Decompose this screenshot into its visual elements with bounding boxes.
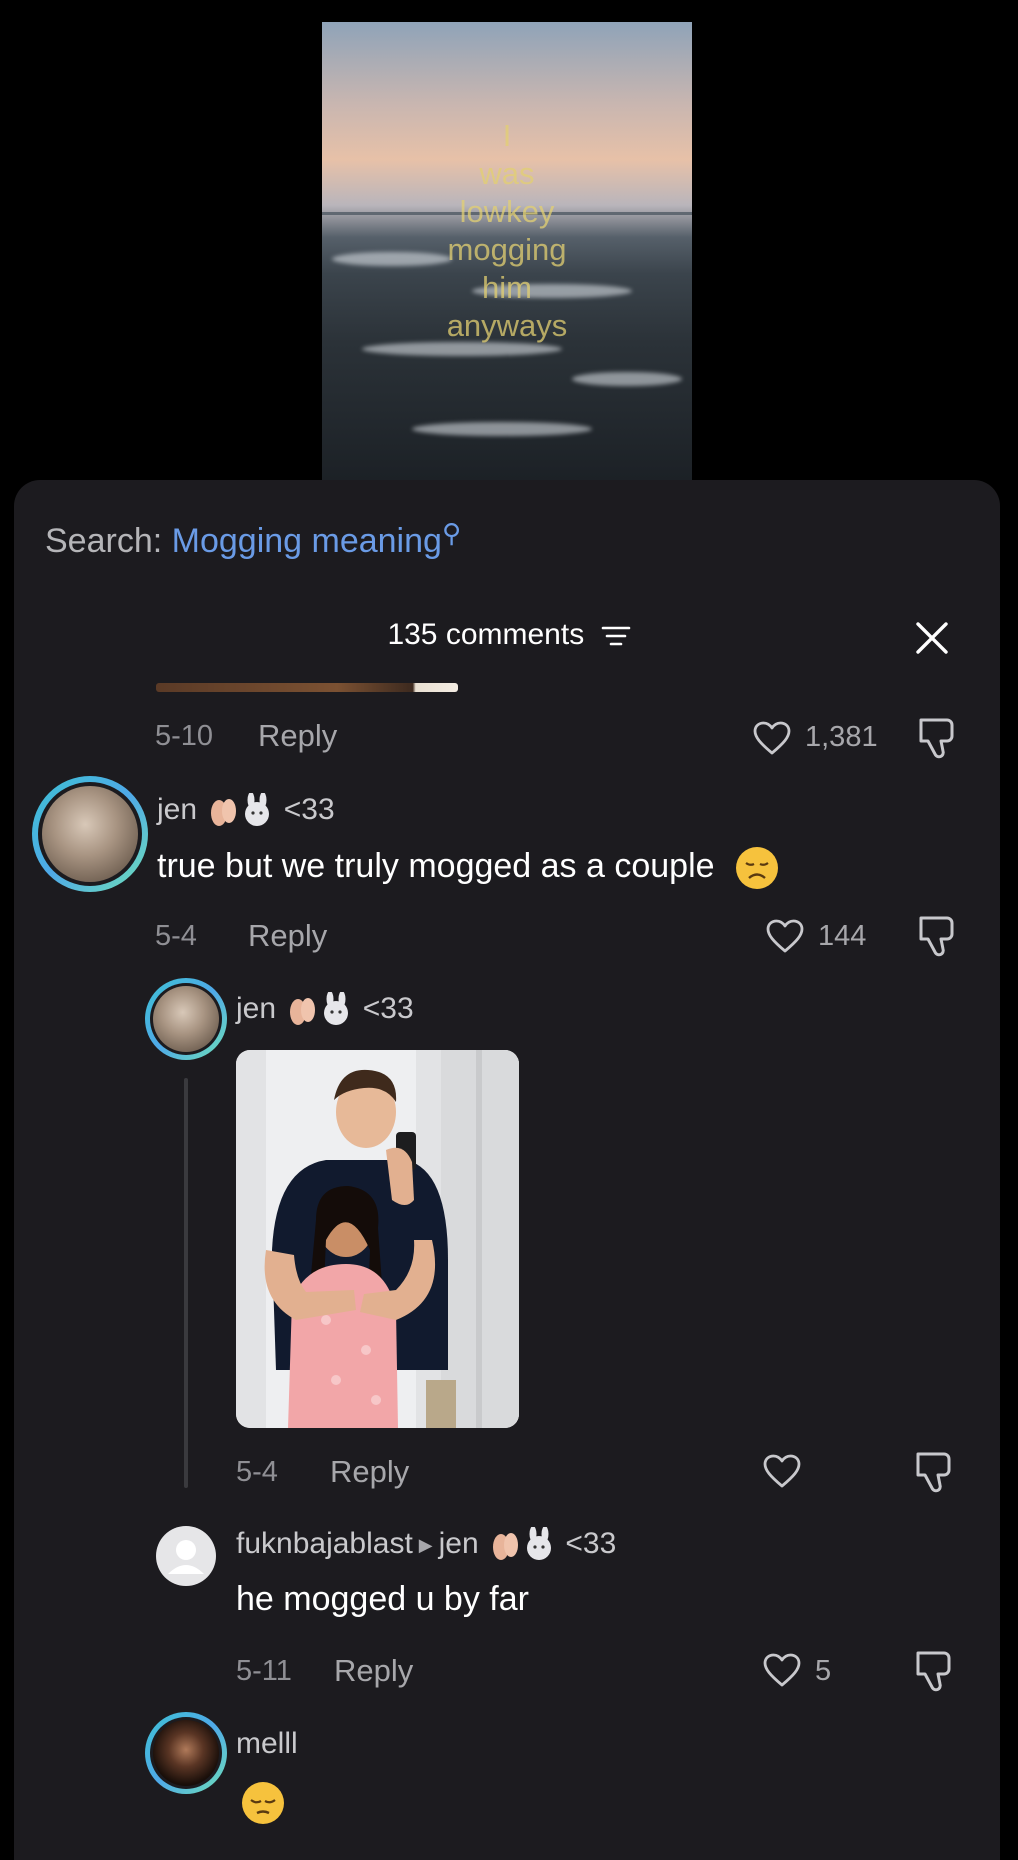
like-count: 144 bbox=[818, 920, 867, 952]
caption-line: anyways bbox=[446, 308, 568, 343]
search-prefix: Search: bbox=[45, 522, 163, 560]
disappointed-face-icon bbox=[736, 847, 778, 889]
username-suffix: <33 bbox=[565, 1527, 617, 1560]
dislike-icon[interactable] bbox=[915, 914, 961, 958]
avatar[interactable] bbox=[156, 1526, 216, 1586]
previous-comment-image-edge bbox=[156, 683, 458, 692]
reply-button[interactable]: Reply bbox=[330, 1454, 409, 1490]
username-suffix: <33 bbox=[362, 992, 414, 1025]
reply-button[interactable]: Reply bbox=[258, 718, 337, 754]
close-icon[interactable] bbox=[914, 620, 950, 656]
comment-date: 5-11 bbox=[236, 1655, 292, 1687]
username-text: jen bbox=[236, 992, 277, 1025]
caption-line: mogging bbox=[447, 232, 567, 267]
comment-username[interactable]: melll bbox=[236, 1727, 298, 1761]
heart-icon[interactable] bbox=[762, 1652, 802, 1688]
wave bbox=[572, 372, 682, 386]
reply-button[interactable]: Reply bbox=[248, 918, 327, 954]
like-count: 1,381 bbox=[805, 721, 878, 753]
filter-icon[interactable] bbox=[601, 624, 631, 648]
comment-username[interactable]: jen <33 bbox=[157, 793, 335, 829]
username-suffix: <33 bbox=[283, 793, 335, 826]
ballet-shoes-and-bunny-icon bbox=[290, 992, 349, 1026]
username-text: jen bbox=[157, 793, 198, 826]
reply-button[interactable]: Reply bbox=[334, 1653, 413, 1689]
comment-text: true but we truly mogged as a couple bbox=[157, 845, 780, 891]
caption-line: was bbox=[479, 156, 535, 191]
caption-line: him bbox=[482, 270, 532, 305]
comment-username[interactable]: fuknbajablast ▶ jen <33 bbox=[236, 1527, 616, 1563]
avatar[interactable] bbox=[145, 978, 227, 1060]
avatar[interactable] bbox=[32, 776, 148, 892]
ballet-shoes-and-bunny-icon bbox=[211, 793, 270, 827]
comment-text: he mogged u by far bbox=[236, 1580, 529, 1618]
heart-icon[interactable] bbox=[762, 1453, 802, 1489]
pensive-face-icon bbox=[242, 1782, 284, 1824]
heart-icon[interactable] bbox=[765, 918, 805, 954]
search-suggestion[interactable]: Search: Mogging meaning⚲ bbox=[45, 518, 461, 561]
comment-date: 5-4 bbox=[155, 920, 197, 952]
avatar[interactable] bbox=[145, 1712, 227, 1794]
couple-photo-image bbox=[236, 1050, 519, 1428]
reply-arrow-icon: ▶ bbox=[418, 1534, 433, 1555]
search-query[interactable]: Mogging meaning bbox=[172, 522, 442, 560]
comments-header: 135 comments bbox=[0, 618, 1018, 652]
comment-date: 5-10 bbox=[155, 720, 214, 752]
username-text: fuknbajablast bbox=[236, 1527, 413, 1560]
dislike-icon[interactable] bbox=[912, 1649, 958, 1693]
comment-date: 5-4 bbox=[236, 1456, 278, 1488]
default-user-icon bbox=[168, 1540, 204, 1574]
like-count: 5 bbox=[815, 1655, 832, 1687]
caption-line: lowkey bbox=[459, 194, 555, 229]
dislike-icon[interactable] bbox=[915, 716, 961, 760]
comment-body: true but we truly mogged as a couple bbox=[157, 846, 715, 885]
reply-to-username[interactable]: jen bbox=[439, 1527, 479, 1560]
video-caption: I was lowkey mogging him anyways bbox=[322, 117, 692, 345]
search-icon: ⚲ bbox=[441, 518, 461, 548]
comment-photo[interactable] bbox=[236, 1050, 519, 1428]
wave bbox=[412, 422, 592, 436]
dislike-icon[interactable] bbox=[912, 1450, 958, 1494]
ballet-shoes-and-bunny-icon bbox=[493, 1527, 552, 1561]
caption-line: I bbox=[502, 118, 512, 153]
video-thumbnail[interactable]: I was lowkey mogging him anyways bbox=[322, 22, 692, 480]
heart-icon[interactable] bbox=[752, 720, 792, 756]
comment-username[interactable]: jen <33 bbox=[236, 992, 414, 1028]
thread-line bbox=[184, 1078, 188, 1488]
comments-count: 135 comments bbox=[387, 618, 585, 651]
